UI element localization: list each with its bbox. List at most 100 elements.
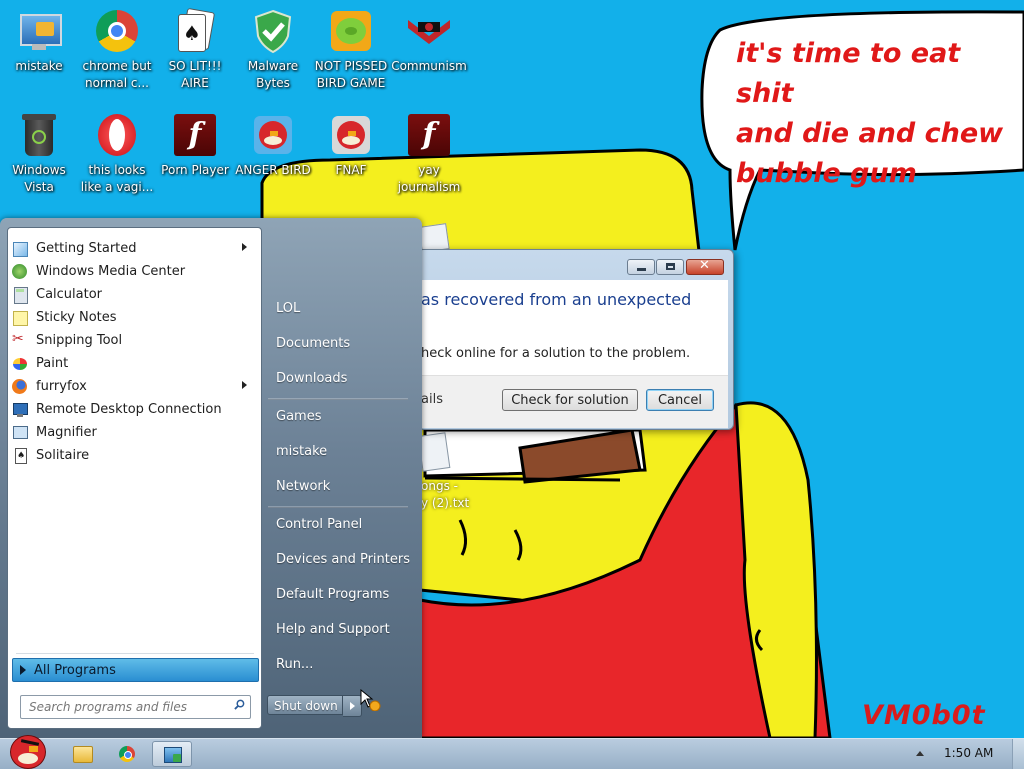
- desktop-icon-windows-vista[interactable]: Windows Vista: [0, 112, 78, 196]
- program-paint[interactable]: Paint: [8, 352, 259, 375]
- menu-item-downloads[interactable]: Downloads: [268, 364, 412, 394]
- program-label: Solitaire: [36, 448, 90, 463]
- clock[interactable]: 1:50 AM: [944, 746, 993, 760]
- desktop-icon-label: NOT PISSED BIRD GAME: [314, 59, 388, 90]
- menu-item-games[interactable]: Games: [268, 402, 412, 432]
- desktop-icon-mistake[interactable]: mistake: [0, 8, 78, 75]
- divider: [268, 506, 408, 508]
- dialog-body: as recovered from an unexpected heck onl…: [421, 280, 728, 375]
- program-label: Snipping Tool: [36, 333, 123, 348]
- program-label: Windows Media Center: [36, 264, 186, 279]
- program-windows-media-center[interactable]: Windows Media Center: [8, 260, 259, 283]
- program-magnifier[interactable]: Magnifier: [8, 421, 259, 444]
- folder-icon: [73, 746, 93, 763]
- sticky-notes-icon: [12, 310, 28, 326]
- check-for-solution-button[interactable]: Check for solution: [502, 389, 638, 411]
- file-label-line-1: ongs -: [421, 479, 458, 493]
- divider: [268, 398, 408, 400]
- menu-item-lol[interactable]: LOL: [268, 294, 412, 324]
- desktop-icon-label: chrome but normal c...: [82, 59, 152, 90]
- taskbar-explorer-button[interactable]: [62, 741, 102, 767]
- maximize-button[interactable]: [656, 259, 684, 275]
- dialog-heading: as recovered from an unexpected: [421, 290, 692, 309]
- program-label: furryfox: [36, 379, 87, 394]
- program-solitaire[interactable]: ♠ Solitaire: [8, 444, 259, 467]
- all-programs-button[interactable]: All Programs: [12, 658, 259, 682]
- menu-item-devices-and-printers[interactable]: Devices and Printers: [268, 545, 412, 575]
- desktop-icon-pissed-bird[interactable]: NOT PISSED BIRD GAME: [312, 8, 390, 92]
- desktop-icon-label: ANGER BIRD: [235, 163, 311, 177]
- menu-item-help-and-support[interactable]: Help and Support: [268, 615, 412, 645]
- show-hidden-icons-icon[interactable]: [916, 751, 924, 756]
- search-box: [20, 695, 251, 719]
- program-remote-desktop[interactable]: Remote Desktop Connection: [8, 398, 259, 421]
- shutdown-button[interactable]: Shut down: [267, 695, 343, 715]
- computer-folder-icon: [16, 8, 62, 54]
- desktop-icon-malwarebytes[interactable]: Malware Bytes: [234, 8, 312, 92]
- scissors-icon: ✂: [12, 330, 24, 347]
- flash-icon: f: [406, 112, 452, 158]
- desktop-icon-label: Communism: [391, 59, 467, 73]
- search-input[interactable]: [27, 696, 227, 718]
- program-label: Remote Desktop Connection: [36, 402, 222, 417]
- pig-icon: [328, 8, 374, 54]
- desktop-icon-label: this looks like a vagi...: [80, 163, 154, 194]
- desktop-icon-chrome[interactable]: chrome but normal c...: [78, 8, 156, 92]
- program-getting-started[interactable]: Getting Started: [8, 237, 259, 260]
- program-sticky-notes[interactable]: Sticky Notes: [8, 306, 259, 329]
- program-furryfox[interactable]: furryfox: [8, 375, 259, 398]
- desktop-icon-solitaire[interactable]: ♠ SO LIT!!! AIRE: [156, 7, 234, 92]
- program-label: Sticky Notes: [36, 310, 117, 325]
- desktop-icon-label: Windows Vista: [12, 163, 66, 194]
- angry-bird-icon: [250, 112, 296, 158]
- desktop-icon-anger-bird[interactable]: ANGER BIRD: [234, 112, 312, 179]
- minimize-button[interactable]: [627, 259, 655, 275]
- mouse-cursor-icon: [360, 689, 381, 711]
- menu-item-network[interactable]: Network: [268, 472, 412, 502]
- desktop-icon-label: yay journalism: [397, 163, 461, 194]
- program-label: Calculator: [36, 287, 103, 302]
- chrome-center: [124, 751, 132, 759]
- desktop-icon-opera[interactable]: this looks like a vagi...: [78, 112, 156, 196]
- minimize-icon: [637, 268, 646, 271]
- angry-bird-icon: [328, 112, 374, 158]
- calculator-icon: [12, 286, 28, 304]
- desktop-icon-fnaf[interactable]: FNAF: [312, 112, 390, 179]
- paint-icon: [12, 356, 28, 372]
- program-calculator[interactable]: Calculator: [8, 283, 259, 306]
- desktop-icon-yay-journalism[interactable]: f yay journalism: [390, 112, 468, 196]
- desktop-icon-label: Porn Player: [161, 163, 229, 177]
- start-button[interactable]: [2, 731, 50, 769]
- maximize-icon: [666, 263, 675, 270]
- taskbar-active-app-button[interactable]: [152, 741, 192, 767]
- magnifier-icon: [12, 425, 28, 441]
- menu-item-mistake[interactable]: mistake: [268, 437, 412, 467]
- menu-item-run[interactable]: Run...: [268, 650, 412, 680]
- emblem-icon: [406, 8, 452, 54]
- menu-item-default-programs[interactable]: Default Programs: [268, 580, 412, 610]
- start-menu: Getting Started Windows Media Center Cal…: [0, 218, 422, 738]
- desktop-file-fragment[interactable]: ongs - y (2).txt: [421, 478, 469, 512]
- close-icon: ✕: [699, 258, 710, 273]
- cancel-button[interactable]: Cancel: [646, 389, 714, 411]
- getting-started-icon: [12, 241, 28, 257]
- desktop-icon-communism[interactable]: Communism: [390, 8, 468, 75]
- menu-item-documents[interactable]: Documents: [268, 329, 412, 359]
- speech-bubble-text: it's time to eat shit and die and chew b…: [736, 38, 1004, 189]
- taskbar-chrome-button[interactable]: [107, 741, 147, 767]
- divider: [16, 653, 254, 654]
- view-details-link[interactable]: ails: [421, 392, 443, 407]
- media-center-icon: [12, 263, 28, 280]
- show-desktop-button[interactable]: [1012, 739, 1024, 769]
- program-label: Getting Started: [36, 241, 137, 256]
- close-button[interactable]: ✕: [686, 258, 724, 275]
- menu-item-control-panel[interactable]: Control Panel: [268, 510, 412, 540]
- taskbar: 1:50 AM: [0, 735, 1024, 769]
- desktop-icon-porn-player[interactable]: f Porn Player: [156, 112, 234, 179]
- shutdown-control: Shut down: [267, 695, 362, 717]
- program-snipping-tool[interactable]: ✂ Snipping Tool: [8, 329, 259, 352]
- remote-desktop-icon: [12, 402, 28, 418]
- search-icon[interactable]: [234, 699, 245, 710]
- file-label-line-2: y (2).txt: [421, 496, 470, 510]
- dialog-message: heck online for a solution to the proble…: [421, 346, 691, 361]
